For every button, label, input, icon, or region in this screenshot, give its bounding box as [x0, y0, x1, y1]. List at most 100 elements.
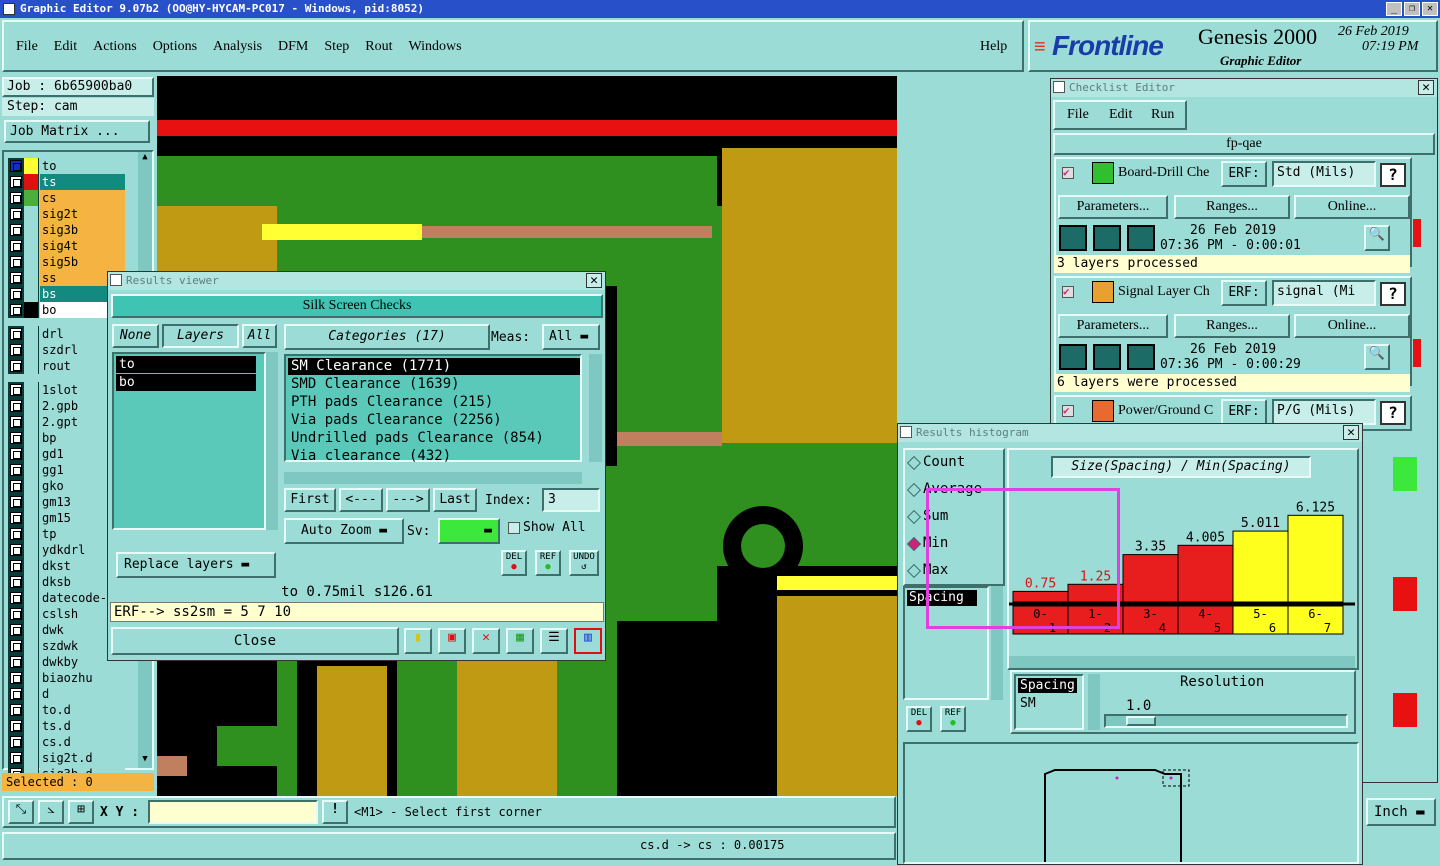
- layer-checkbox[interactable]: [10, 720, 22, 732]
- item-checkbox[interactable]: ✔: [1062, 167, 1074, 179]
- layer-row-ts[interactable]: ts: [8, 174, 151, 190]
- histogram-bar[interactable]: [1232, 530, 1289, 603]
- layer-row-ts.d[interactable]: ts.d: [8, 718, 151, 734]
- menu-edit[interactable]: Edit: [54, 39, 77, 55]
- index-input[interactable]: 3: [542, 488, 600, 512]
- layer-checkbox[interactable]: [10, 344, 22, 356]
- layer-color-swatch[interactable]: [24, 478, 38, 494]
- layer-checkbox[interactable]: [10, 640, 22, 652]
- layer-color-swatch[interactable]: [24, 654, 38, 670]
- prev-button[interactable]: <---: [339, 488, 383, 512]
- window-menu-icon[interactable]: [900, 426, 912, 438]
- layer-name[interactable]: biaozhu: [40, 670, 125, 686]
- menu-windows[interactable]: Windows: [409, 39, 462, 55]
- menu-rout[interactable]: Rout: [365, 39, 392, 55]
- layer-color-swatch[interactable]: [24, 558, 38, 574]
- layer-checkbox[interactable]: [10, 480, 22, 492]
- layer-name[interactable]: sig4t: [40, 238, 125, 254]
- layer-checkbox[interactable]: [10, 608, 22, 620]
- category-item[interactable]: Via pads Clearance (2256): [288, 412, 580, 429]
- grid-snap-icon[interactable]: ⊞: [68, 800, 94, 824]
- layer-checkbox[interactable]: [10, 736, 22, 748]
- menu-file[interactable]: File: [16, 39, 38, 55]
- menu-options[interactable]: Options: [153, 39, 197, 55]
- layer-checkbox[interactable]: [10, 688, 22, 700]
- layer-color-swatch[interactable]: [24, 430, 38, 446]
- run-icon[interactable]: [1059, 225, 1087, 251]
- layer-row-cs[interactable]: cs: [8, 190, 151, 206]
- measure-icon[interactable]: ⦣: [38, 800, 64, 824]
- layer-checkbox[interactable]: [10, 704, 22, 716]
- erf-button[interactable]: ERF:: [1221, 280, 1267, 306]
- run-fix-icon[interactable]: [1127, 344, 1155, 370]
- zoom-results-icon[interactable]: 🔍: [1364, 344, 1390, 370]
- layer-color-swatch[interactable]: [24, 326, 38, 342]
- checklist-menu-edit[interactable]: Edit: [1109, 107, 1132, 123]
- report-icon-button[interactable]: ☰: [540, 628, 568, 654]
- job-matrix-button[interactable]: Job Matrix ...: [4, 120, 150, 143]
- layer-checkbox[interactable]: [10, 592, 22, 604]
- layer-row-to[interactable]: to: [8, 158, 151, 174]
- layer-color-swatch[interactable]: [24, 542, 38, 558]
- layer-name[interactable]: to.d: [40, 702, 125, 718]
- layer-checkbox[interactable]: [10, 192, 22, 204]
- layer-color-swatch[interactable]: [24, 590, 38, 606]
- all-button[interactable]: All: [242, 324, 277, 348]
- layers-scrollbar[interactable]: [266, 352, 278, 530]
- scroll-down-arrow-icon[interactable]: ▼: [139, 754, 151, 766]
- layer-checkbox[interactable]: [10, 624, 22, 636]
- parameters-button[interactable]: Parameters...: [1058, 195, 1168, 219]
- layer-row-cs.d[interactable]: cs.d: [8, 734, 151, 750]
- layer-name[interactable]: sig2t: [40, 206, 125, 222]
- menu-step[interactable]: Step: [324, 39, 349, 55]
- layer-color-swatch[interactable]: [24, 174, 38, 190]
- layer-checkbox[interactable]: [10, 160, 22, 172]
- category-item[interactable]: SM Clearance (1771): [288, 358, 580, 375]
- category-list[interactable]: SM Clearance (1771) SMD Clearance (1639) P…: [284, 354, 582, 464]
- layer-color-swatch[interactable]: [24, 686, 38, 702]
- option-count[interactable]: Count: [923, 454, 965, 470]
- layer-color-swatch[interactable]: [24, 670, 38, 686]
- layer-name[interactable]: cs.d: [40, 734, 125, 750]
- layer-color-swatch[interactable]: [24, 358, 38, 374]
- layer-color-swatch[interactable]: [24, 190, 38, 206]
- layer-row-sig2t.d[interactable]: sig2t.d: [8, 750, 151, 766]
- layer-row-biaozhu[interactable]: biaozhu: [8, 670, 151, 686]
- layer-checkbox[interactable]: [10, 448, 22, 460]
- checklist-titlebar[interactable]: Checklist Editor ✕: [1051, 79, 1437, 97]
- layer-checkbox[interactable]: [10, 304, 22, 316]
- layer-name[interactable]: ts: [40, 174, 125, 190]
- resolution-slider[interactable]: [1104, 714, 1348, 728]
- undo-button[interactable]: UNDO ↺: [569, 550, 599, 576]
- checklist-menu-file[interactable]: File: [1067, 107, 1089, 123]
- radio-average-icon[interactable]: [906, 482, 922, 498]
- layer-checkbox[interactable]: [10, 256, 22, 268]
- menu-actions[interactable]: Actions: [93, 39, 137, 55]
- layer-checkbox[interactable]: [10, 208, 22, 220]
- category-scrollbar-h[interactable]: [284, 472, 582, 484]
- layer-color-swatch[interactable]: [24, 302, 38, 318]
- layer-name[interactable]: ts.d: [40, 718, 125, 734]
- layer-checkbox[interactable]: [10, 496, 22, 508]
- xy-input[interactable]: [148, 800, 318, 824]
- item-checkbox[interactable]: ✔: [1062, 286, 1074, 298]
- layer-row-sig3b[interactable]: sig3b: [8, 222, 151, 238]
- selection-scrollbar[interactable]: [1088, 674, 1100, 730]
- layer-color-swatch[interactable]: [24, 718, 38, 734]
- meas-select[interactable]: All ▬: [542, 324, 600, 350]
- display-icon-button[interactable]: ▮: [404, 628, 432, 654]
- layer-name[interactable]: sig2t.d: [40, 750, 125, 766]
- layer-row-to.d[interactable]: to.d: [8, 702, 151, 718]
- layer-checkbox[interactable]: [10, 224, 22, 236]
- layer-checkbox[interactable]: [10, 560, 22, 572]
- menu-analysis[interactable]: Analysis: [213, 39, 262, 55]
- layer-checkbox[interactable]: [10, 752, 22, 764]
- layer-checkbox[interactable]: [10, 240, 22, 252]
- histogram-bar[interactable]: [1177, 544, 1234, 603]
- run-fix-icon[interactable]: [1127, 225, 1155, 251]
- category-scrollbar-v[interactable]: [589, 354, 602, 462]
- layer-color-swatch[interactable]: [24, 342, 38, 358]
- layer-checkbox[interactable]: [10, 384, 22, 396]
- layer-checkbox[interactable]: [10, 656, 22, 668]
- layer-checkbox[interactable]: [10, 672, 22, 684]
